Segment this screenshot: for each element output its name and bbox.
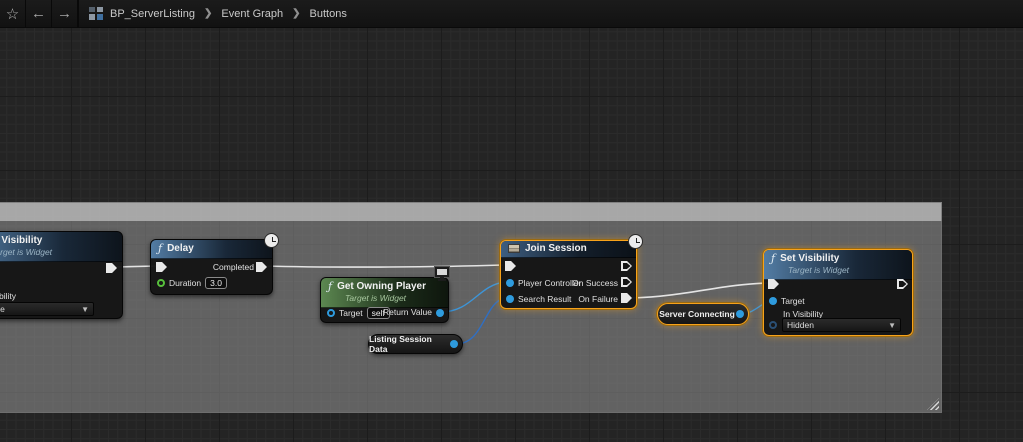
node-set-visibility-right[interactable]: ƒ Set Visibility Target is Widget Target…: [763, 249, 913, 336]
forward-arrow-icon: →: [57, 5, 72, 22]
node-header: ƒ Get Owning Player Target is Widget: [321, 278, 448, 308]
node-server-connecting[interactable]: Server Connecting: [657, 303, 749, 325]
exec-out-pin[interactable]: [621, 261, 632, 271]
node-subtitle: Target is Widget: [0, 247, 115, 257]
back-arrow-icon: ←: [31, 5, 46, 22]
node-delay[interactable]: ƒ Delay Completed Duration 3.0: [150, 239, 273, 295]
on-success-exec-pin[interactable]: [621, 277, 632, 287]
node-subtitle: Target is Widget: [788, 265, 905, 275]
duration-pin-label: Duration: [169, 278, 201, 288]
comment-resize-handle[interactable]: [927, 398, 939, 410]
breadcrumb-separator: ❯: [204, 8, 212, 19]
target-pin[interactable]: [769, 297, 777, 305]
breadcrumb-event-graph[interactable]: Event Graph: [221, 8, 283, 20]
node-header: Join Session: [501, 241, 636, 258]
pill-label: Server Connecting: [659, 309, 735, 319]
exec-in-pin[interactable]: [768, 279, 779, 289]
function-icon: ƒ: [158, 242, 162, 255]
node-title: Set Visibility: [780, 253, 839, 264]
on-failure-exec-pin[interactable]: [621, 293, 632, 303]
search-result-pin-label: Search Result: [518, 294, 571, 304]
blueprint-event-graph[interactable]: ƒ Set Visibility Target is Widget Target…: [0, 28, 1023, 442]
search-result-pin[interactable]: [506, 295, 514, 303]
output-pin[interactable]: [450, 340, 458, 348]
node-set-visibility-left[interactable]: ƒ Set Visibility Target is Widget Target…: [0, 231, 123, 319]
on-success-pin-label: On Success: [572, 278, 618, 288]
duration-float-pin[interactable]: [157, 279, 165, 287]
visibility-dropdown[interactable]: Hidden ▼: [782, 318, 901, 332]
breadcrumb-buttons[interactable]: Buttons: [310, 8, 347, 20]
toolbar-divider: [78, 0, 79, 28]
visibility-dropdown-value: Hidden: [787, 320, 814, 330]
pill-label: Listing Session Data: [369, 334, 450, 354]
target-pin[interactable]: [327, 309, 335, 317]
completed-pin-label: Completed: [213, 262, 254, 272]
completed-exec-out-pin[interactable]: [256, 262, 267, 272]
session-icon: [508, 244, 520, 253]
exec-in-pin[interactable]: [505, 261, 516, 271]
node-listing-session-data[interactable]: Listing Session Data: [368, 334, 463, 354]
breadcrumb-toolbar: ☆ ← → BP_ServerListing ❯ Event Graph ❯ B…: [0, 0, 1023, 28]
node-header: ƒ Delay: [151, 240, 272, 259]
exec-out-pin[interactable]: [897, 279, 908, 289]
star-icon: ☆: [6, 5, 19, 23]
latent-clock-icon: [628, 234, 643, 249]
exec-out-pin[interactable]: [106, 263, 117, 273]
chevron-down-icon: ▼: [888, 321, 896, 330]
return-value-pin-label: Return Value: [383, 307, 432, 317]
node-title: Delay: [167, 243, 194, 254]
node-header: ƒ Set Visibility Target is Widget: [764, 250, 912, 280]
nav-forward-button[interactable]: →: [52, 0, 78, 28]
node-get-owning-player[interactable]: ƒ Get Owning Player Target is Widget Tar…: [320, 277, 449, 323]
latent-clock-icon: [264, 233, 279, 248]
breadcrumb-separator: ❯: [292, 8, 300, 19]
in-visibility-enum-pin[interactable]: [769, 321, 777, 329]
chevron-down-icon: ▼: [81, 305, 89, 314]
node-header: ƒ Set Visibility Target is Widget: [0, 232, 122, 262]
target-pin-label: Target: [339, 308, 363, 318]
in-visibility-pin-label: In Visibility: [0, 291, 16, 301]
breadcrumb-blueprint[interactable]: BP_ServerListing: [110, 8, 195, 20]
player-controller-pin[interactable]: [506, 279, 514, 287]
comment-title-bar[interactable]: [0, 202, 942, 221]
function-icon: ƒ: [328, 280, 332, 293]
node-title: Join Session: [525, 243, 587, 254]
exec-in-pin[interactable]: [156, 262, 167, 272]
node-subtitle: Target is Widget: [345, 293, 441, 303]
visibility-dropdown-value: Visible: [0, 304, 5, 314]
visibility-dropdown[interactable]: Visible ▼: [0, 302, 94, 316]
monitor-icon: [433, 267, 450, 281]
return-value-pin[interactable]: [436, 309, 444, 317]
node-title: Set Visibility: [0, 235, 42, 246]
target-pin-label: Target: [781, 296, 805, 306]
favorite-star-button[interactable]: ☆: [0, 0, 26, 28]
output-pin[interactable]: [736, 310, 744, 318]
duration-value-input[interactable]: 3.0: [205, 277, 227, 289]
on-failure-pin-label: On Failure: [578, 294, 618, 304]
blueprint-icon: [89, 7, 103, 20]
function-icon: ƒ: [771, 252, 775, 265]
node-join-session[interactable]: Join Session Player Controller On Succes…: [500, 240, 637, 309]
node-title: Get Owning Player: [337, 281, 426, 292]
breadcrumb: BP_ServerListing ❯ Event Graph ❯ Buttons: [110, 8, 347, 20]
nav-back-button[interactable]: ←: [26, 0, 52, 28]
